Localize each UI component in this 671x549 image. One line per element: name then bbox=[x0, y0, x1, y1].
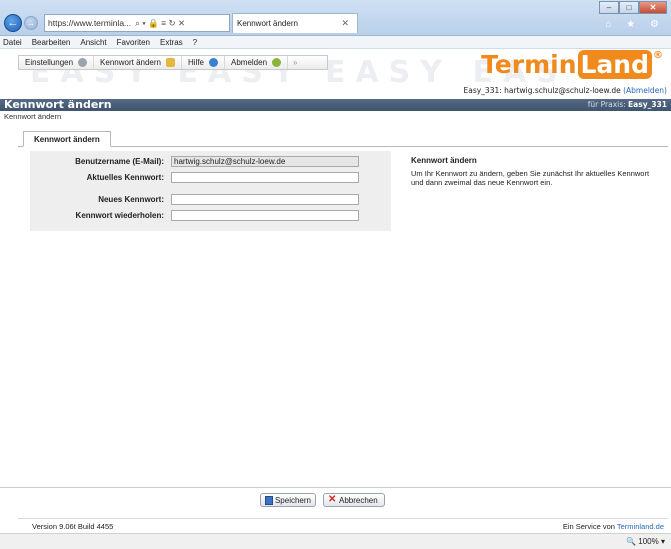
password-form: Benutzername (E-Mail): hartwig.schulz@sc… bbox=[30, 151, 391, 231]
toolbar-change-password[interactable]: Kennwort ändern bbox=[94, 56, 182, 69]
zoom-level: 100% bbox=[638, 537, 659, 546]
user-info: Easy_331: hartwig.schulz@schulz-loew.de … bbox=[463, 86, 668, 95]
toolbar-help[interactable]: Hilfe bbox=[182, 56, 225, 69]
repeat-password-label: Kennwort wiederholen: bbox=[75, 210, 164, 220]
save-button[interactable]: Speichern bbox=[260, 493, 316, 507]
cancel-button[interactable]: ✕ Abbrechen bbox=[323, 493, 385, 507]
browser-chrome: ← → https://www.terminla... ⌕ ▾ 🔒 ≡ ↻ ✕ … bbox=[0, 0, 671, 36]
tab-divider bbox=[18, 146, 668, 147]
zoom-caret-icon: ▾ bbox=[660, 537, 665, 546]
back-button[interactable]: ← bbox=[4, 14, 22, 32]
toolbar-collapse-icon[interactable]: » bbox=[288, 58, 302, 67]
home-favorites-tools-icons[interactable]: ⌂ ★ ⚙ bbox=[605, 19, 665, 30]
status-bar: 🔍 100% ▾ bbox=[0, 533, 671, 549]
browser-tab[interactable]: Kennwort ändern ✕ bbox=[232, 13, 358, 33]
new-password-input[interactable] bbox=[171, 193, 359, 205]
current-password-label: Aktuelles Kennwort: bbox=[86, 172, 164, 182]
cancel-icon: ✕ bbox=[328, 493, 337, 505]
window-controls: – □ ✕ bbox=[599, 1, 667, 14]
address-bar[interactable]: https://www.terminla... ⌕ ▾ 🔒 ≡ ↻ ✕ bbox=[44, 14, 230, 32]
menu-extras[interactable]: Extras bbox=[160, 38, 183, 47]
terminland-logo: Termin Land ® bbox=[481, 50, 663, 79]
page-footer: Version 9.06t Build 4455 Ein Service von… bbox=[18, 518, 668, 532]
service-text: Ein Service von Terminland.de bbox=[562, 522, 664, 531]
toolbar-settings-label: Einstellungen bbox=[25, 58, 74, 67]
version-text: Version 9.06t Build 4455 bbox=[32, 522, 114, 531]
praxis-info: für Praxis: Easy_331 bbox=[587, 100, 667, 109]
gear-icon bbox=[78, 58, 88, 67]
help-text: Um Ihr Kennwort zu ändern, geben Sie zun… bbox=[411, 169, 650, 187]
close-window-button[interactable]: ✕ bbox=[639, 1, 667, 14]
zoom-control[interactable]: 🔍 100% ▾ bbox=[626, 537, 665, 546]
save-icon bbox=[265, 495, 273, 505]
menu-bearbeiten[interactable]: Bearbeiten bbox=[32, 38, 71, 47]
tab-change-password[interactable]: Kennwort ändern bbox=[23, 131, 111, 147]
toolbar-settings[interactable]: Einstellungen bbox=[19, 56, 95, 69]
current-password-row: Aktuelles Kennwort: bbox=[30, 171, 391, 183]
logout-icon bbox=[272, 58, 282, 67]
maximize-button[interactable]: □ bbox=[619, 1, 639, 14]
current-password-input[interactable] bbox=[171, 171, 359, 183]
help-title: Kennwort ändern bbox=[411, 156, 477, 165]
menu-help[interactable]: ? bbox=[193, 38, 197, 47]
help-icon bbox=[209, 58, 218, 67]
save-label: Speichern bbox=[274, 495, 311, 505]
tab-close-icon[interactable]: ✕ bbox=[341, 18, 349, 29]
repeat-password-input[interactable] bbox=[171, 209, 359, 221]
app-header: EASY EASY EASY EAS Einstellungen Kennwor… bbox=[0, 49, 671, 99]
tab-title: Kennwort ändern bbox=[237, 19, 298, 28]
bottom-divider bbox=[0, 487, 671, 488]
address-text: https://www.terminla... bbox=[48, 18, 132, 28]
zoom-icon: 🔍 bbox=[626, 537, 637, 546]
new-password-label: Neues Kennwort: bbox=[98, 194, 164, 204]
repeat-password-row: Kennwort wiederholen: bbox=[30, 209, 391, 221]
new-password-row: Neues Kennwort: bbox=[30, 193, 391, 205]
menu-favoriten[interactable]: Favoriten bbox=[117, 38, 150, 47]
cancel-label: Abbrechen bbox=[339, 495, 378, 505]
username-field: hartwig.schulz@schulz-loew.de bbox=[171, 155, 359, 167]
menu-datei[interactable]: Datei bbox=[3, 38, 22, 47]
toolbar-logout[interactable]: Abmelden bbox=[225, 56, 289, 69]
username-row: Benutzername (E-Mail): hartwig.schulz@sc… bbox=[30, 155, 391, 167]
toolbar-help-label: Hilfe bbox=[187, 58, 204, 67]
key-icon bbox=[165, 58, 175, 67]
breadcrumb: Kennwort ändern bbox=[4, 112, 62, 121]
main-toolbar: Einstellungen Kennwort ändern Hilfe Abme… bbox=[18, 55, 328, 70]
minimize-button[interactable]: – bbox=[599, 1, 619, 14]
toolbar-logout-label: Abmelden bbox=[231, 58, 268, 67]
toolbar-change-password-label: Kennwort ändern bbox=[100, 58, 161, 67]
menu-ansicht[interactable]: Ansicht bbox=[80, 38, 106, 47]
address-controls[interactable]: ⌕ ▾ 🔒 ≡ ↻ ✕ bbox=[135, 18, 185, 29]
forward-button[interactable]: → bbox=[24, 16, 38, 30]
username-label: Benutzername (E-Mail): bbox=[75, 156, 164, 166]
menu-bar: Datei Bearbeiten Ansicht Favoriten Extra… bbox=[0, 36, 671, 49]
page-title: Kennwort ändern bbox=[4, 98, 112, 111]
logout-link[interactable]: (Abmelden) bbox=[623, 86, 667, 95]
terminland-link[interactable]: Terminland.de bbox=[617, 522, 664, 531]
page-title-bar: Kennwort ändern für Praxis: Easy_331 bbox=[0, 98, 671, 111]
